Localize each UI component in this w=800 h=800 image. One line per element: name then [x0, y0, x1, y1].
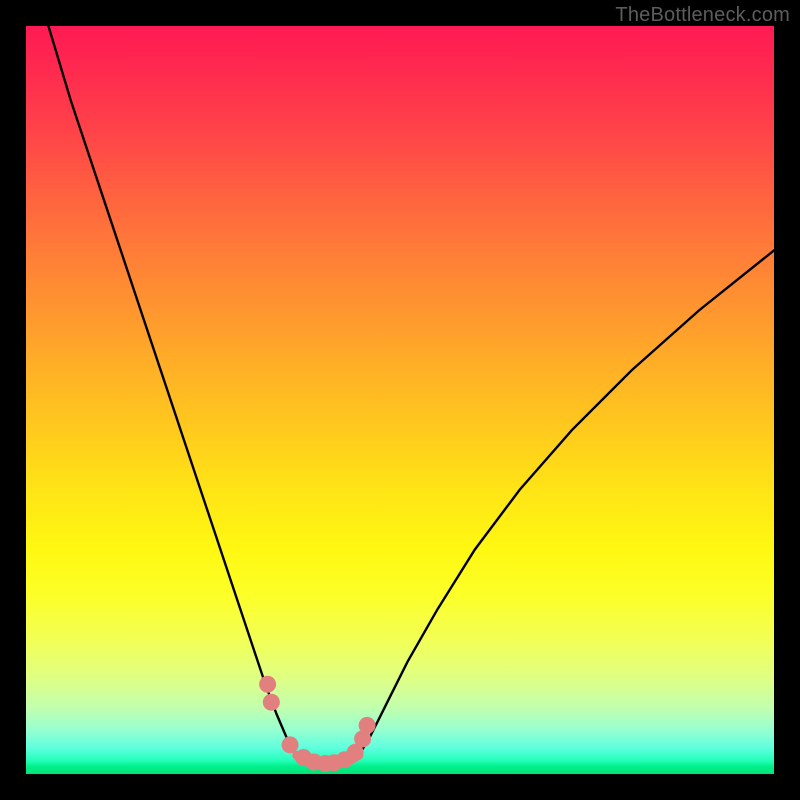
markers-group [259, 676, 375, 772]
marker-dot [282, 736, 299, 753]
watermark-text: TheBottleneck.com [615, 4, 790, 27]
curve-left-path [48, 26, 296, 755]
marker-dot [263, 694, 280, 711]
marker-dot [359, 717, 376, 734]
marker-dot [259, 676, 276, 693]
plot-area [26, 26, 774, 774]
curve-right-path [359, 250, 774, 755]
curve-group [48, 26, 774, 764]
chart-frame: TheBottleneck.com [0, 0, 800, 800]
chart-svg [26, 26, 774, 774]
